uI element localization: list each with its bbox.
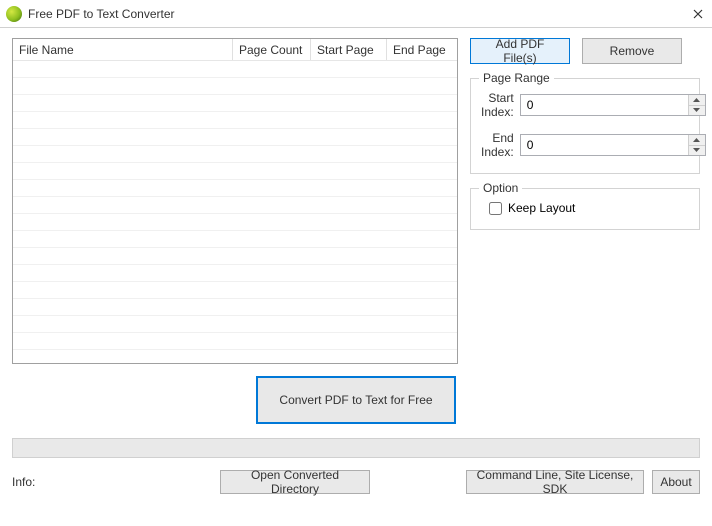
info-label: Info:	[12, 475, 212, 489]
option-group: Option Keep Layout	[470, 188, 700, 230]
command-line-button[interactable]: Command Line, Site License, SDK	[466, 470, 644, 494]
end-index-spinner[interactable]	[520, 134, 706, 156]
page-range-group: Page Range Start Index: End Index:	[470, 78, 700, 174]
table-row	[13, 282, 457, 299]
start-index-spinner[interactable]	[520, 94, 706, 116]
start-index-down[interactable]	[689, 106, 705, 116]
column-end-page[interactable]: End Page	[387, 39, 453, 60]
column-file-name[interactable]: File Name	[13, 39, 233, 60]
table-row	[13, 146, 457, 163]
table-row	[13, 95, 457, 112]
table-header: File Name Page Count Start Page End Page	[13, 39, 457, 61]
start-index-up[interactable]	[689, 95, 705, 106]
table-row	[13, 350, 457, 364]
window-title: Free PDF to Text Converter	[28, 7, 690, 21]
close-icon	[693, 9, 703, 19]
table-body	[13, 61, 457, 363]
option-legend: Option	[479, 181, 522, 195]
table-row	[13, 197, 457, 214]
table-row	[13, 129, 457, 146]
end-index-input[interactable]	[521, 135, 688, 155]
end-index-up[interactable]	[689, 135, 705, 146]
add-pdf-button[interactable]: Add PDF File(s)	[470, 38, 570, 64]
convert-button[interactable]: Convert PDF to Text for Free	[256, 376, 456, 424]
close-button[interactable]	[690, 6, 706, 22]
file-table[interactable]: File Name Page Count Start Page End Page	[12, 38, 458, 364]
keep-layout-label: Keep Layout	[508, 201, 575, 215]
table-row	[13, 78, 457, 95]
table-row	[13, 163, 457, 180]
table-row	[13, 61, 457, 78]
table-row	[13, 112, 457, 129]
table-row	[13, 299, 457, 316]
remove-button[interactable]: Remove	[582, 38, 682, 64]
about-button[interactable]: About	[652, 470, 700, 494]
info-bar	[12, 438, 700, 458]
start-index-label: Start Index:	[481, 91, 520, 119]
page-range-legend: Page Range	[479, 71, 554, 85]
start-index-input[interactable]	[521, 95, 688, 115]
table-row	[13, 231, 457, 248]
keep-layout-checkbox[interactable]	[489, 202, 502, 215]
column-page-count[interactable]: Page Count	[233, 39, 311, 60]
end-index-down[interactable]	[689, 146, 705, 156]
titlebar: Free PDF to Text Converter	[0, 0, 712, 28]
app-icon	[6, 6, 22, 22]
table-row	[13, 316, 457, 333]
open-converted-directory-button[interactable]: Open Converted Directory	[220, 470, 370, 494]
column-start-page[interactable]: Start Page	[311, 39, 387, 60]
end-index-label: End Index:	[481, 131, 520, 159]
table-row	[13, 265, 457, 282]
table-row	[13, 214, 457, 231]
table-row	[13, 248, 457, 265]
table-row	[13, 333, 457, 350]
table-row	[13, 180, 457, 197]
